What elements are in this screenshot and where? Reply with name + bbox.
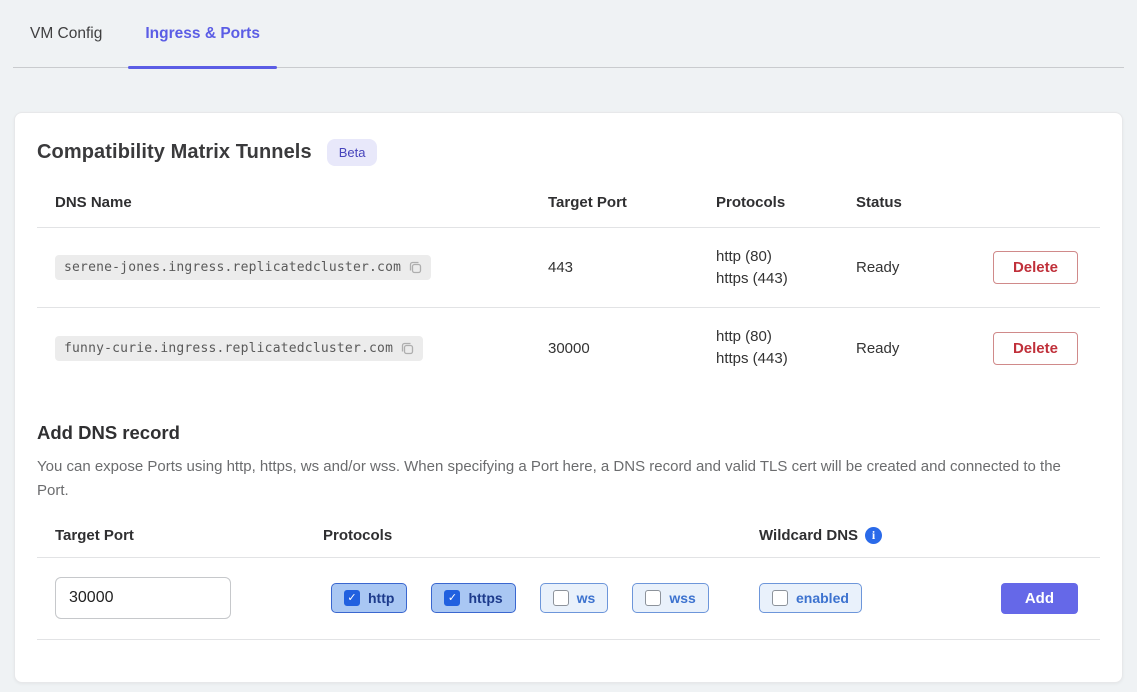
protocol-line: http (80) — [716, 326, 856, 348]
ws-checkbox-label: ws — [577, 590, 596, 606]
form-header-row: Target Port Protocols Wildcard DNS i — [37, 527, 1100, 544]
copy-icon[interactable] — [400, 341, 415, 356]
http-checkbox-label: http — [368, 590, 394, 606]
protocol-checkbox-group: http https ws wss — [323, 583, 759, 613]
checkbox-icon — [344, 590, 360, 606]
tab-vm-config-label: VM Config — [30, 25, 102, 43]
table-header-row: DNS Name Target Port Protocols Status — [37, 178, 1100, 228]
form-header-protocols: Protocols — [323, 527, 759, 544]
wildcard-dns-label: Wildcard DNS — [759, 527, 858, 544]
checkbox-icon — [444, 590, 460, 606]
protocols-value: http (80) https (443) — [716, 326, 856, 370]
tab-ingress-ports[interactable]: Ingress & Ports — [128, 0, 277, 67]
copy-icon[interactable] — [408, 260, 423, 275]
protocol-line: http (80) — [716, 246, 856, 268]
checkbox-icon — [645, 590, 661, 606]
protocols-value: http (80) https (443) — [716, 246, 856, 290]
card-header: Compatibility Matrix Tunnels Beta — [37, 139, 1100, 166]
checkbox-icon — [772, 590, 788, 606]
page-title: Compatibility Matrix Tunnels — [37, 141, 312, 164]
dns-name-pill: serene-jones.ingress.replicatedcluster.c… — [55, 255, 431, 280]
protocol-line: https (443) — [716, 348, 856, 370]
dns-name-pill: funny-curie.ingress.replicatedcluster.co… — [55, 336, 423, 361]
https-checkbox[interactable]: https — [431, 583, 515, 613]
table-row: serene-jones.ingress.replicatedcluster.c… — [37, 228, 1100, 308]
add-dns-form-row: http https ws wss enabled Add — [37, 558, 1100, 639]
tab-ingress-ports-label: Ingress & Ports — [145, 25, 260, 43]
status-value: Ready — [856, 340, 956, 357]
dns-name-value: funny-curie.ingress.replicatedcluster.co… — [64, 341, 393, 356]
https-checkbox-label: https — [468, 590, 502, 606]
delete-button[interactable]: Delete — [993, 251, 1078, 284]
tab-bar: VM Config Ingress & Ports — [13, 0, 1124, 68]
tunnels-card: Compatibility Matrix Tunnels Beta DNS Na… — [14, 112, 1123, 683]
protocol-line: https (443) — [716, 268, 856, 290]
status-value: Ready — [856, 259, 956, 276]
col-header-dns-name: DNS Name — [37, 194, 548, 211]
form-header-wildcard-dns: Wildcard DNS i — [759, 527, 999, 544]
beta-badge: Beta — [327, 139, 378, 166]
target-port-value: 443 — [548, 259, 716, 276]
delete-button[interactable]: Delete — [993, 332, 1078, 365]
wss-checkbox-label: wss — [669, 590, 695, 606]
form-header-target-port: Target Port — [37, 527, 323, 544]
add-dns-title: Add DNS record — [37, 422, 1100, 444]
divider — [37, 639, 1100, 640]
dns-name-value: serene-jones.ingress.replicatedcluster.c… — [64, 260, 401, 275]
add-button[interactable]: Add — [1001, 583, 1078, 614]
target-port-input[interactable] — [55, 577, 231, 619]
add-dns-description: You can expose Ports using http, https, … — [37, 455, 1067, 503]
table-row: funny-curie.ingress.replicatedcluster.co… — [37, 308, 1100, 388]
info-icon[interactable]: i — [865, 527, 882, 544]
checkbox-icon — [553, 590, 569, 606]
col-header-protocols: Protocols — [716, 192, 856, 214]
wildcard-enabled-checkbox[interactable]: enabled — [759, 583, 862, 613]
col-header-status: Status — [856, 194, 956, 211]
col-header-target-port: Target Port — [548, 194, 716, 211]
ws-checkbox[interactable]: ws — [540, 583, 609, 613]
wildcard-enabled-label: enabled — [796, 590, 849, 606]
target-port-value: 30000 — [548, 340, 716, 357]
http-checkbox[interactable]: http — [331, 583, 407, 613]
wss-checkbox[interactable]: wss — [632, 583, 708, 613]
tab-vm-config[interactable]: VM Config — [13, 0, 119, 67]
